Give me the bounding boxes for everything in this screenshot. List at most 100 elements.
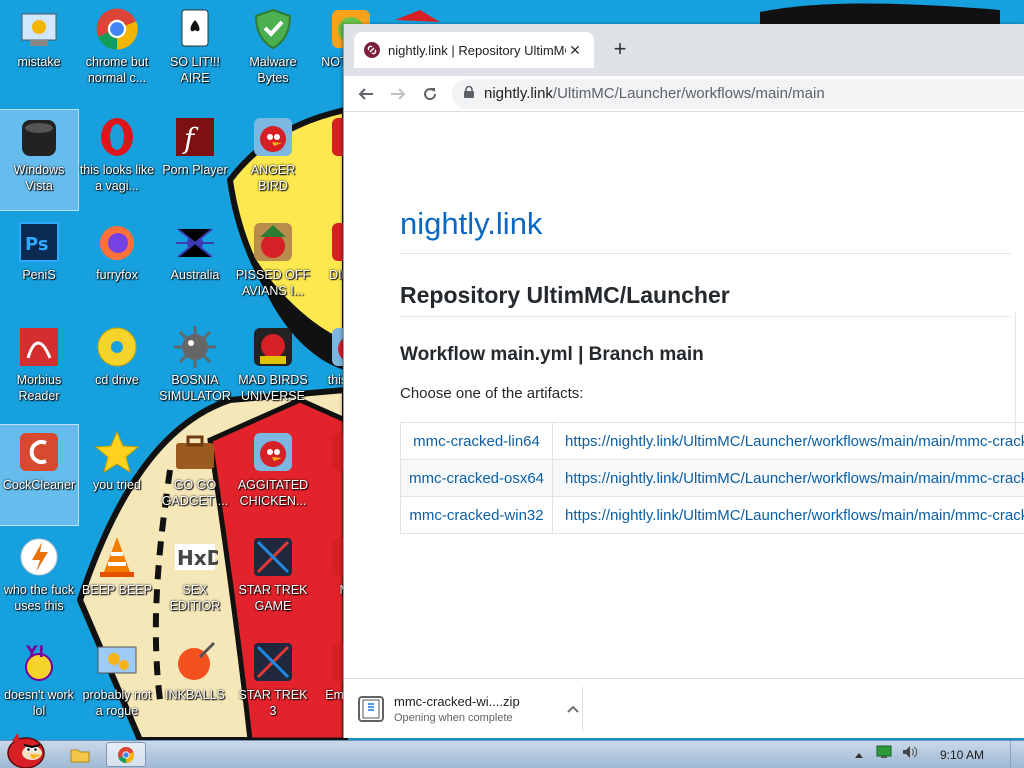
back-arrow-icon bbox=[358, 87, 373, 100]
desktop-icon[interactable]: f Porn Player bbox=[156, 110, 234, 210]
url-path: /UltimMC/Launcher/workflows/main/main bbox=[552, 85, 825, 102]
desktop-icon-label: who the fuck uses this bbox=[3, 583, 75, 613]
forward-button[interactable] bbox=[382, 78, 414, 110]
artifact-url-link[interactable]: https://nightly.link/UltimMC/Launcher/wo… bbox=[552, 459, 1024, 497]
start-button[interactable] bbox=[2, 731, 48, 768]
hxd-icon: HxD bbox=[172, 534, 223, 580]
desktop-icon[interactable]: chrome but normal c... bbox=[78, 2, 156, 102]
desktop-icon[interactable]: ANGER BIRD bbox=[234, 110, 312, 210]
reload-icon bbox=[424, 87, 437, 100]
star-icon bbox=[94, 429, 140, 475]
desktop-icon[interactable]: mistake bbox=[0, 2, 78, 102]
opera-icon bbox=[94, 114, 140, 160]
new-tab-button[interactable]: + bbox=[606, 36, 634, 64]
desktop-icon[interactable]: who the fuck uses this bbox=[0, 530, 78, 630]
angry-bird-icon bbox=[250, 429, 296, 475]
lock-icon bbox=[464, 85, 474, 102]
reload-button[interactable] bbox=[414, 78, 446, 110]
browser-tab[interactable]: nightly.link | Repository UltimMC/Launch… bbox=[354, 32, 594, 68]
system-tray: 9:10 AM bbox=[854, 741, 1024, 768]
tab-close-icon[interactable]: ✕ bbox=[566, 42, 584, 59]
tab-title: nightly.link | Repository UltimMC/Launch… bbox=[388, 42, 566, 58]
desktop-icon-label: STAR TREK GAME bbox=[238, 583, 308, 613]
desktop-icon[interactable]: Morbius Reader bbox=[0, 320, 78, 420]
taskbar-chrome-button[interactable] bbox=[106, 742, 146, 767]
desktop-icon[interactable]: CockCleaner bbox=[0, 424, 79, 526]
show-hidden-icons-icon[interactable] bbox=[854, 746, 864, 764]
show-desktop-button[interactable] bbox=[1010, 741, 1024, 768]
artifact-name-link[interactable]: mmc-cracked-lin64 bbox=[399, 422, 554, 460]
angry-bird-space-icon bbox=[250, 324, 296, 370]
taskbar-explorer-button[interactable] bbox=[60, 742, 100, 767]
download-filename: mmc-cracked-wi....zip bbox=[394, 694, 520, 709]
desktop-icon[interactable]: Windows Vista bbox=[0, 109, 79, 211]
repository-heading: Repository UltimMC/Launcher bbox=[400, 282, 730, 308]
desktop-icon-label: doesn't work lol bbox=[4, 688, 74, 718]
artifact-name-link[interactable]: mmc-cracked-win32 bbox=[399, 496, 554, 534]
network-icon[interactable] bbox=[876, 745, 892, 764]
briefcase-icon bbox=[172, 429, 218, 475]
cone-icon bbox=[94, 534, 140, 580]
desktop-icon-label: MAD BIRDS UNIVERSE bbox=[238, 373, 308, 403]
desktop-icon-label: cd drive bbox=[95, 373, 139, 387]
artifact-url-link[interactable]: https://nightly.link/UltimMC/Launcher/wo… bbox=[552, 422, 1024, 460]
back-button[interactable] bbox=[350, 78, 382, 110]
desktop-icon[interactable]: cd drive bbox=[78, 320, 156, 420]
desktop-icon[interactable]: furryfox bbox=[78, 215, 156, 315]
ccleaner-icon bbox=[16, 429, 62, 475]
desktop-icon[interactable]: HxD SEX EDITIOR bbox=[156, 530, 234, 630]
desktop-icon[interactable]: this looks like a vagi... bbox=[78, 110, 156, 210]
desktop-icon-label: GO GO GADGET ... bbox=[161, 478, 229, 508]
desktop-icon-label: this looks like a vagi... bbox=[79, 163, 155, 193]
desktop-icon-label: SEX EDITIOR bbox=[169, 583, 221, 613]
desktop-icon[interactable]: MAD BIRDS UNIVERSE bbox=[234, 320, 312, 420]
playing-card-icon bbox=[172, 6, 218, 52]
desktop-icon-label: AGGITATED CHICKEN... bbox=[237, 478, 309, 508]
table-row: mmc-cracked-win32 https://nightly.link/U… bbox=[399, 496, 1024, 534]
download-item[interactable]: mmc-cracked-wi....zip Opening when compl… bbox=[358, 687, 583, 731]
angry-bird-seasons-icon bbox=[250, 219, 296, 265]
desktop-icon[interactable]: you tried bbox=[78, 425, 156, 525]
browser-window: nightly.link | Repository UltimMC/Launch… bbox=[343, 24, 1024, 738]
desktop-icon[interactable]: probably not a rogue bbox=[78, 635, 156, 735]
desktop-icon[interactable]: Australia bbox=[156, 215, 234, 315]
artifact-url-link[interactable]: https://nightly.link/UltimMC/Launcher/wo… bbox=[552, 496, 1024, 534]
artifact-name-link[interactable]: mmc-cracked-osx64 bbox=[399, 459, 554, 497]
desktop-icon-label: PISSED OFF AVIANS I... bbox=[235, 268, 311, 298]
desktop-icon[interactable]: INKBALLS bbox=[156, 635, 234, 735]
ohm-icon bbox=[16, 534, 62, 580]
address-bar[interactable]: nightly.link/UltimMC/Launcher/workflows/… bbox=[452, 78, 1024, 109]
clock[interactable]: 9:10 AM bbox=[940, 748, 984, 762]
desktop-icon[interactable]: SO LIT!!! AIRE bbox=[156, 2, 234, 102]
page-content: nightly.link Repository UltimMC/Launcher… bbox=[344, 112, 1024, 678]
url-host: nightly.link bbox=[484, 85, 553, 102]
desktop-icon[interactable]: STAR TREK GAME bbox=[234, 530, 312, 630]
chevron-up-icon[interactable] bbox=[563, 700, 583, 718]
tab-strip: nightly.link | Repository UltimMC/Launch… bbox=[344, 24, 1024, 76]
desktop-icon-label: Porn Player bbox=[162, 163, 228, 177]
page-edge-panel bbox=[1015, 312, 1024, 436]
volume-icon[interactable] bbox=[902, 745, 918, 764]
desktop-icon[interactable]: STAR TREK 3 bbox=[234, 635, 312, 735]
desktop-icon-label: Morbius Reader bbox=[16, 373, 62, 403]
taskbar: 9:10 AM bbox=[0, 733, 1024, 768]
folder-icon bbox=[70, 749, 90, 762]
angry-bird-icon bbox=[250, 114, 296, 160]
desktop-icon-label: Australia bbox=[170, 268, 220, 282]
gadget-icon bbox=[94, 639, 140, 685]
desktop-icon-label: SO LIT!!! AIRE bbox=[169, 55, 220, 85]
desktop-icon[interactable]: BOSNIA SIMULATOR bbox=[156, 320, 234, 420]
desktop-icon[interactable]: GO GO GADGET ... bbox=[156, 425, 234, 525]
desktop-icon[interactable]: PISSED OFF AVIANS I... bbox=[234, 215, 312, 315]
desktop-icon-label: furryfox bbox=[96, 268, 138, 282]
desktop-icon[interactable]: Y! doesn't work lol bbox=[0, 635, 78, 735]
browser-toolbar: nightly.link/UltimMC/Launcher/workflows/… bbox=[344, 76, 1024, 112]
desktop-icon[interactable]: Malware Bytes bbox=[234, 2, 312, 102]
divider bbox=[400, 316, 1011, 317]
site-title-link[interactable]: nightly.link bbox=[400, 206, 542, 242]
desktop-icon[interactable]: AGGITATED CHICKEN... bbox=[234, 425, 312, 525]
desktop-icon[interactable]: Ps PeniS bbox=[0, 215, 78, 315]
svg-text:Ps: Ps bbox=[25, 234, 49, 255]
orange-ball-icon bbox=[172, 639, 218, 685]
desktop-icon[interactable]: BEEP BEEP bbox=[78, 530, 156, 630]
